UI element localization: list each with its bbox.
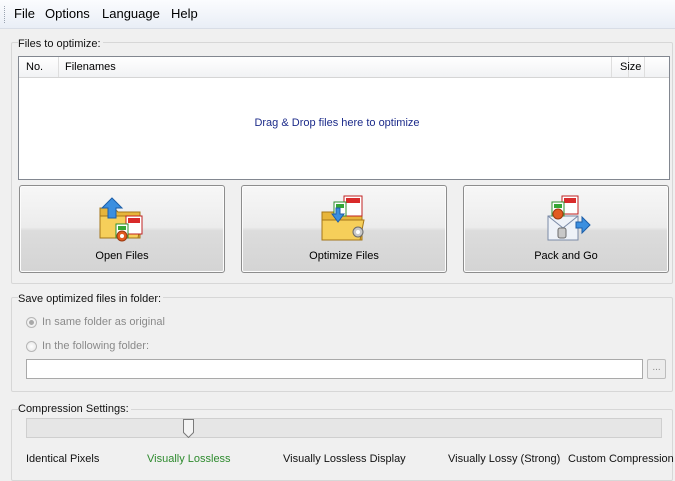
level-visually-lossless: Visually Lossless: [147, 453, 231, 465]
column-header-no[interactable]: No.: [19, 57, 59, 77]
radio-following-folder-label[interactable]: In the following folder:: [42, 340, 149, 352]
menu-grip: [4, 6, 7, 23]
browse-folder-button[interactable]: ...: [647, 359, 666, 379]
pack-and-go-icon: [547, 195, 591, 241]
save-group-label: Save optimized files in folder:: [18, 293, 164, 305]
files-group-label: Files to optimize:: [18, 38, 103, 50]
column-header-filenames[interactable]: Filenames: [59, 57, 629, 77]
menu-language[interactable]: Language: [102, 6, 160, 22]
menu-options[interactable]: Options: [45, 6, 90, 22]
level-identical-pixels: Identical Pixels: [26, 453, 100, 465]
drop-hint: Drag & Drop files here to optimize: [254, 117, 420, 129]
open-files-button[interactable]: Open Files: [19, 185, 225, 273]
pack-and-go-label: Pack and Go: [534, 250, 598, 262]
folder-path-input[interactable]: [26, 359, 643, 379]
radio-same-folder[interactable]: [26, 317, 37, 328]
optimize-files-button[interactable]: Optimize Files: [241, 185, 447, 273]
menu-file[interactable]: File: [14, 6, 35, 22]
pack-and-go-button[interactable]: Pack and Go: [463, 185, 669, 273]
optimize-files-label: Optimize Files: [309, 250, 379, 262]
radio-same-folder-label[interactable]: In same folder as original: [42, 316, 165, 328]
menu-bar: File Options Language Help: [0, 0, 675, 29]
file-list-table[interactable]: No. Filenames Size Drag & Drop files her…: [18, 56, 670, 180]
level-visually-lossless-display: Visually Lossless Display: [283, 453, 406, 465]
file-list-header: No. Filenames Size: [19, 57, 669, 78]
menu-help[interactable]: Help: [171, 6, 198, 22]
compression-slider-thumb[interactable]: [183, 419, 194, 438]
level-custom-compression: Custom Compression: [568, 453, 674, 465]
compression-slider-track[interactable]: [26, 418, 662, 438]
compression-group-label: Compression Settings:: [18, 403, 131, 415]
radio-following-folder[interactable]: [26, 341, 37, 352]
level-visually-lossy-strong: Visually Lossy (Strong): [448, 453, 561, 465]
column-header-size[interactable]: Size: [611, 57, 645, 77]
optimize-files-icon: [321, 195, 365, 241]
open-files-label: Open Files: [95, 250, 149, 262]
open-files-icon: [99, 197, 143, 242]
